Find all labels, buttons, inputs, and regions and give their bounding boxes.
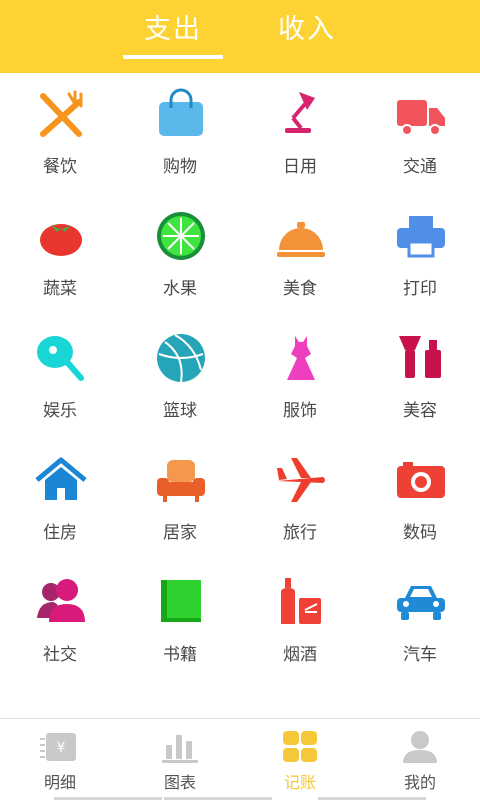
bottle-cigarette-icon bbox=[275, 576, 327, 628]
category-label: 数码 bbox=[403, 523, 437, 543]
category-dining[interactable]: 餐饮 bbox=[0, 88, 120, 188]
nav-bookkeeping[interactable]: 记账 bbox=[240, 719, 360, 800]
category-label: 篮球 bbox=[163, 401, 197, 421]
category-basketball[interactable]: 篮球 bbox=[120, 332, 240, 432]
category-entertainment[interactable]: 娱乐 bbox=[0, 332, 120, 432]
category-label: 日用 bbox=[283, 157, 317, 177]
category-label: 娱乐 bbox=[43, 401, 77, 421]
house-icon bbox=[35, 454, 87, 506]
nav-profile[interactable]: 我的 bbox=[360, 719, 480, 800]
sofa-icon bbox=[155, 454, 207, 506]
category-car[interactable]: 汽车 bbox=[360, 576, 480, 676]
food-cloche-icon bbox=[275, 210, 327, 262]
category-label: 居家 bbox=[163, 523, 197, 543]
nav-details[interactable]: ¥ 明细 bbox=[0, 719, 120, 800]
basketball-icon bbox=[155, 332, 207, 384]
category-label: 打印 bbox=[403, 279, 437, 299]
book-icon bbox=[155, 576, 207, 628]
top-bar: 支出 收入 bbox=[0, 0, 480, 73]
printer-icon bbox=[395, 210, 447, 262]
category-label: 服饰 bbox=[283, 401, 317, 421]
category-label: 汽车 bbox=[403, 645, 437, 665]
ping-pong-icon bbox=[35, 332, 87, 384]
category-shopping[interactable]: 购物 bbox=[120, 88, 240, 188]
category-tobacco-alcohol[interactable]: 烟酒 bbox=[240, 576, 360, 676]
tomato-icon bbox=[35, 210, 87, 262]
nav-label: 我的 bbox=[403, 773, 436, 792]
category-label: 烟酒 bbox=[283, 645, 317, 665]
tab-expense[interactable]: 支出 bbox=[118, 12, 228, 52]
bar-chart-icon bbox=[160, 729, 200, 765]
nav-label: 图表 bbox=[163, 773, 196, 792]
category-books[interactable]: 书籍 bbox=[120, 576, 240, 676]
category-label: 交通 bbox=[403, 157, 437, 177]
nav-charts[interactable]: 图表 bbox=[120, 719, 240, 800]
category-label: 水果 bbox=[163, 279, 197, 299]
desk-lamp-icon bbox=[275, 88, 327, 140]
dress-icon bbox=[275, 332, 327, 384]
camera-icon bbox=[395, 454, 447, 506]
category-label: 美容 bbox=[403, 401, 437, 421]
nav-label: 记账 bbox=[283, 773, 316, 792]
fork-knife-icon bbox=[35, 88, 87, 140]
category-housing[interactable]: 住房 bbox=[0, 454, 120, 554]
category-clothing[interactable]: 服饰 bbox=[240, 332, 360, 432]
airplane-icon bbox=[275, 454, 327, 506]
nav-label: 明细 bbox=[43, 773, 76, 792]
makeup-icon bbox=[395, 332, 447, 384]
category-label: 购物 bbox=[163, 157, 197, 177]
category-label: 餐饮 bbox=[43, 157, 77, 177]
user-icon bbox=[400, 729, 440, 765]
category-label: 蔬菜 bbox=[43, 279, 77, 299]
grid-icon bbox=[280, 729, 320, 765]
receipt-icon: ¥ bbox=[40, 729, 80, 765]
shopping-bag-icon bbox=[155, 88, 207, 140]
category-label: 社交 bbox=[43, 645, 77, 665]
lime-icon bbox=[155, 210, 207, 262]
category-home[interactable]: 居家 bbox=[120, 454, 240, 554]
truck-icon bbox=[395, 88, 447, 140]
category-transport[interactable]: 交通 bbox=[360, 88, 480, 188]
category-label: 住房 bbox=[43, 523, 77, 543]
svg-text:¥: ¥ bbox=[57, 740, 66, 756]
category-label: 书籍 bbox=[163, 645, 197, 665]
category-digital[interactable]: 数码 bbox=[360, 454, 480, 554]
active-tab-indicator bbox=[123, 55, 223, 59]
category-daily[interactable]: 日用 bbox=[240, 88, 360, 188]
category-food[interactable]: 美食 bbox=[240, 210, 360, 310]
category-beauty[interactable]: 美容 bbox=[360, 332, 480, 432]
category-social[interactable]: 社交 bbox=[0, 576, 120, 676]
category-print[interactable]: 打印 bbox=[360, 210, 480, 310]
car-icon bbox=[395, 576, 447, 628]
category-fruit[interactable]: 水果 bbox=[120, 210, 240, 310]
category-vegetables[interactable]: 蔬菜 bbox=[0, 210, 120, 310]
category-label: 美食 bbox=[283, 279, 317, 299]
category-travel[interactable]: 旅行 bbox=[240, 454, 360, 554]
category-label: 旅行 bbox=[283, 523, 317, 543]
tab-income[interactable]: 收入 bbox=[252, 12, 362, 52]
bottom-navigation: ¥ 明细 图表 记账 我的 bbox=[0, 718, 480, 800]
people-icon bbox=[35, 576, 87, 628]
